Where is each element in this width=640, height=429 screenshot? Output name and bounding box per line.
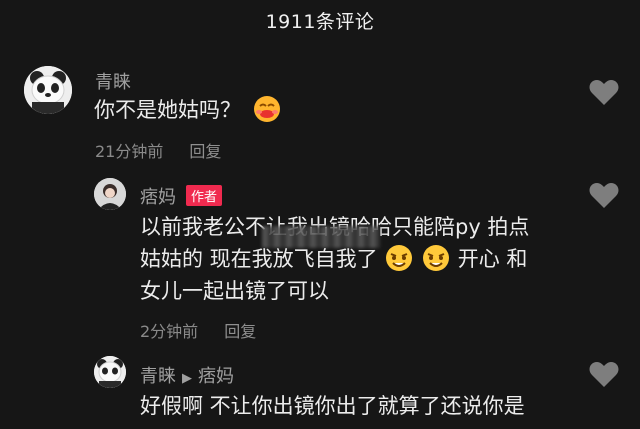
blushing-emoji-icon — [253, 96, 280, 122]
laughing-emoji-icon — [386, 245, 413, 271]
comments-count-title: 1911条评论 — [265, 10, 375, 33]
heart-icon[interactable] — [589, 181, 619, 209]
comment-text-content: 好假啊 不让你出镜你出了就算了还说你是 — [140, 394, 525, 418]
comments-header: 1911条评论 — [0, 0, 640, 40]
user-avatar-icon — [94, 178, 126, 210]
reply-button[interactable]: 回复 — [224, 322, 256, 341]
author-badge: 作者 — [186, 185, 223, 206]
avatar[interactable] — [94, 356, 126, 388]
avatar[interactable] — [24, 66, 72, 114]
laughing-emoji-icon — [423, 245, 450, 271]
comment-text: 好假啊 不让你出镜你出了就算了还说你是 — [140, 390, 525, 422]
author-username[interactable]: 痞妈 — [140, 187, 176, 208]
reply-username[interactable]: 青睐 — [140, 366, 176, 387]
comment-time: 21分钟前 — [95, 142, 164, 161]
comment-line-3: 开心 和 — [457, 247, 528, 271]
comment-line-2: 姑姑的 现在我放飞自我了 — [140, 247, 378, 271]
play-arrow-icon: ▶ — [182, 371, 192, 386]
panda-avatar-icon — [94, 356, 126, 388]
avatar[interactable] — [94, 178, 126, 210]
comment-text: 女儿一起出镜了可以 — [140, 275, 329, 307]
comment-text: 你不是她姑吗？ — [94, 94, 282, 126]
comment-line-4: 女儿一起出镜了可以 — [140, 279, 329, 303]
comment-username[interactable]: 痞妈 作者 — [140, 183, 223, 209]
comment-username[interactable]: 青睐 — [95, 68, 131, 94]
comment-username[interactable]: 青睐 ▶ 痞妈 — [140, 362, 234, 388]
comment-text: 姑姑的 现在我放飞自我了 开心 和 — [140, 243, 527, 275]
comment-meta: 2分钟前 回复 — [140, 318, 256, 342]
comment-text-content: 你不是她姑吗？ — [94, 98, 241, 122]
comment-meta: 21分钟前 回复 — [95, 138, 221, 162]
panda-avatar-icon — [24, 66, 72, 114]
heart-icon[interactable] — [589, 360, 619, 388]
reply-button[interactable]: 回复 — [189, 142, 221, 161]
comment-time: 2分钟前 — [140, 322, 199, 341]
reply-to-username[interactable]: 痞妈 — [198, 366, 234, 387]
heart-icon[interactable] — [589, 78, 619, 106]
